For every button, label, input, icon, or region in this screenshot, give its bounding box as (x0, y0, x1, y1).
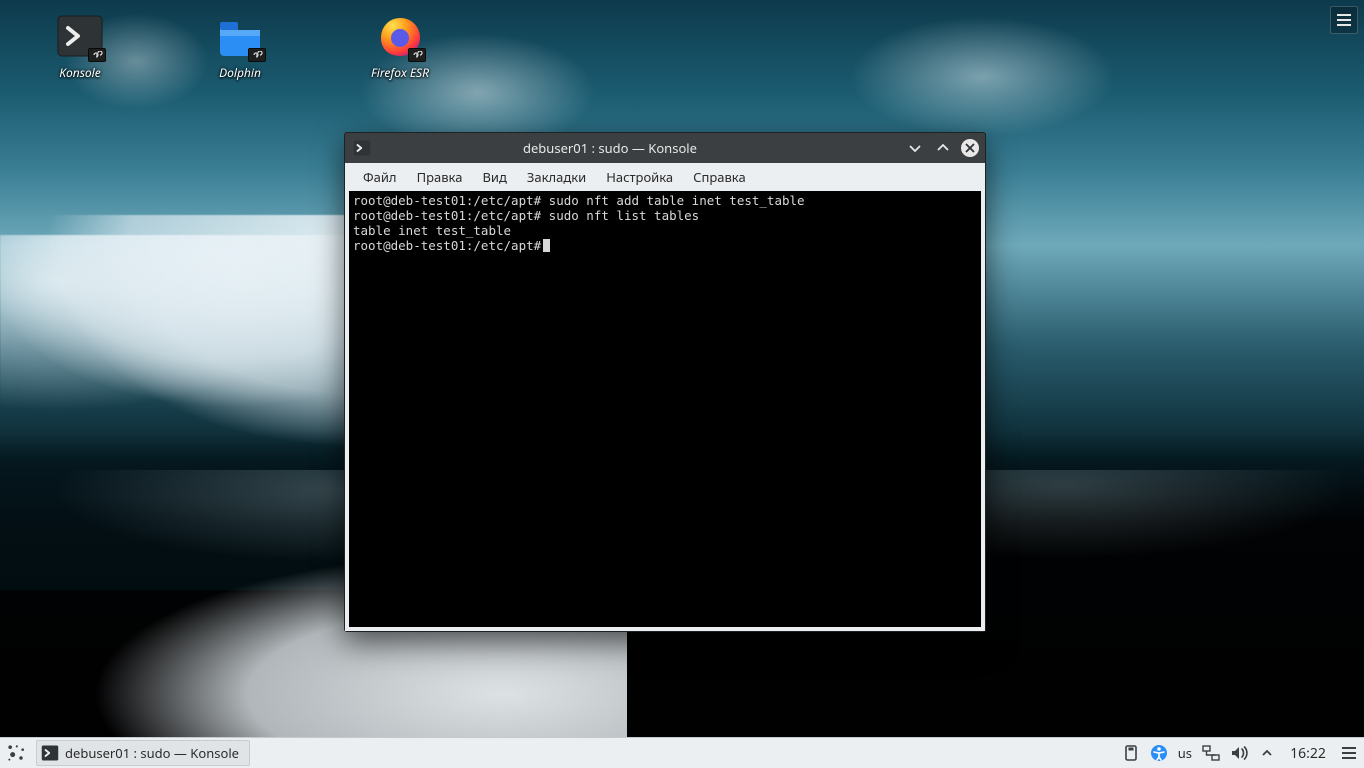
menu-view[interactable]: Вид (472, 164, 516, 190)
konsole-icon (41, 744, 59, 762)
shortcut-emblem-icon (248, 48, 266, 62)
tray-keyboard-layout[interactable]: us (1178, 744, 1192, 762)
desktop-icon-konsole[interactable]: Konsole (32, 12, 128, 81)
tray-expand-button[interactable] (1258, 744, 1276, 762)
taskbar: debuser01 : sudo — Konsole us 16:22 (0, 737, 1364, 768)
panel-hamburger-button[interactable] (1330, 6, 1358, 34)
close-icon (965, 143, 975, 153)
window-title: debuser01 : sudo — Konsole (375, 139, 905, 157)
window-app-icon (349, 139, 375, 157)
menu-bookmarks[interactable]: Закладки (517, 164, 596, 190)
tray-network-icon[interactable] (1202, 744, 1220, 762)
terminal-prompt: root@deb-test01:/etc/apt# (353, 193, 541, 208)
tray-removable-media-icon[interactable] (1122, 744, 1140, 762)
konsole-icon (56, 12, 104, 60)
menu-help[interactable]: Справка (683, 164, 756, 190)
chevron-up-icon (1261, 747, 1273, 759)
window-close-button[interactable] (961, 139, 979, 157)
taskbar-task-label: debuser01 : sudo — Konsole (65, 744, 239, 762)
terminal-area[interactable]: root@deb-test01:/etc/apt# sudo nft add t… (349, 191, 981, 627)
window-menubar: Файл Правка Вид Закладки Настройка Справ… (345, 163, 985, 191)
tray-volume-icon[interactable] (1230, 744, 1248, 762)
firefox-icon (376, 12, 424, 60)
desktop-icons: Konsole Dolphin Firefox ESR (32, 12, 448, 81)
window-maximize-button[interactable] (933, 138, 953, 158)
terminal-prompt: root@deb-test01:/etc/apt# (353, 238, 541, 253)
shortcut-emblem-icon (88, 48, 106, 62)
dolphin-icon (216, 12, 264, 60)
terminal-command: sudo nft add table inet test_table (541, 193, 804, 208)
terminal-frame: root@deb-test01:/etc/apt# sudo nft add t… (345, 191, 985, 631)
terminal-prompt: root@deb-test01:/etc/apt# (353, 208, 541, 223)
taskbar-clock[interactable]: 16:22 (1286, 744, 1330, 763)
plasma-launcher-icon (6, 743, 26, 763)
terminal-line: root@deb-test01:/etc/apt# (353, 238, 977, 253)
terminal-output: table inet test_table (353, 223, 511, 238)
system-tray: us 16:22 (1122, 738, 1364, 768)
desktop-icon-label: Konsole (59, 64, 100, 81)
tray-accessibility-icon[interactable] (1150, 744, 1168, 762)
window-minimize-button[interactable] (905, 138, 925, 158)
menu-settings[interactable]: Настройка (596, 164, 683, 190)
taskbar-task-konsole[interactable]: debuser01 : sudo — Konsole (36, 740, 250, 766)
window-titlebar[interactable]: debuser01 : sudo — Konsole (345, 133, 985, 163)
desktop-icon-firefox[interactable]: Firefox ESR (352, 12, 448, 81)
terminal-line: root@deb-test01:/etc/apt# sudo nft add t… (353, 193, 977, 208)
application-launcher-button[interactable] (0, 738, 32, 768)
taskbar-hamburger-button[interactable] (1340, 744, 1358, 762)
desktop-icon-label: Firefox ESR (371, 64, 429, 81)
shortcut-emblem-icon (408, 48, 426, 62)
window-controls (905, 138, 979, 158)
menu-edit[interactable]: Правка (407, 164, 473, 190)
desktop-icon-label: Dolphin (219, 64, 261, 81)
terminal-cursor (543, 239, 550, 252)
desktop-icon-dolphin[interactable]: Dolphin (192, 12, 288, 81)
konsole-window: debuser01 : sudo — Konsole Файл Правка В… (344, 132, 986, 632)
terminal-command: sudo nft list tables (541, 208, 699, 223)
hamburger-icon (1337, 14, 1351, 26)
terminal-line: root@deb-test01:/etc/apt# sudo nft list … (353, 208, 977, 223)
menu-file[interactable]: Файл (353, 164, 407, 190)
hamburger-icon (1342, 747, 1356, 759)
chevron-up-icon (936, 141, 950, 155)
taskbar-left: debuser01 : sudo — Konsole (0, 738, 250, 768)
chevron-down-icon (908, 141, 922, 155)
terminal-line: table inet test_table (353, 223, 977, 238)
